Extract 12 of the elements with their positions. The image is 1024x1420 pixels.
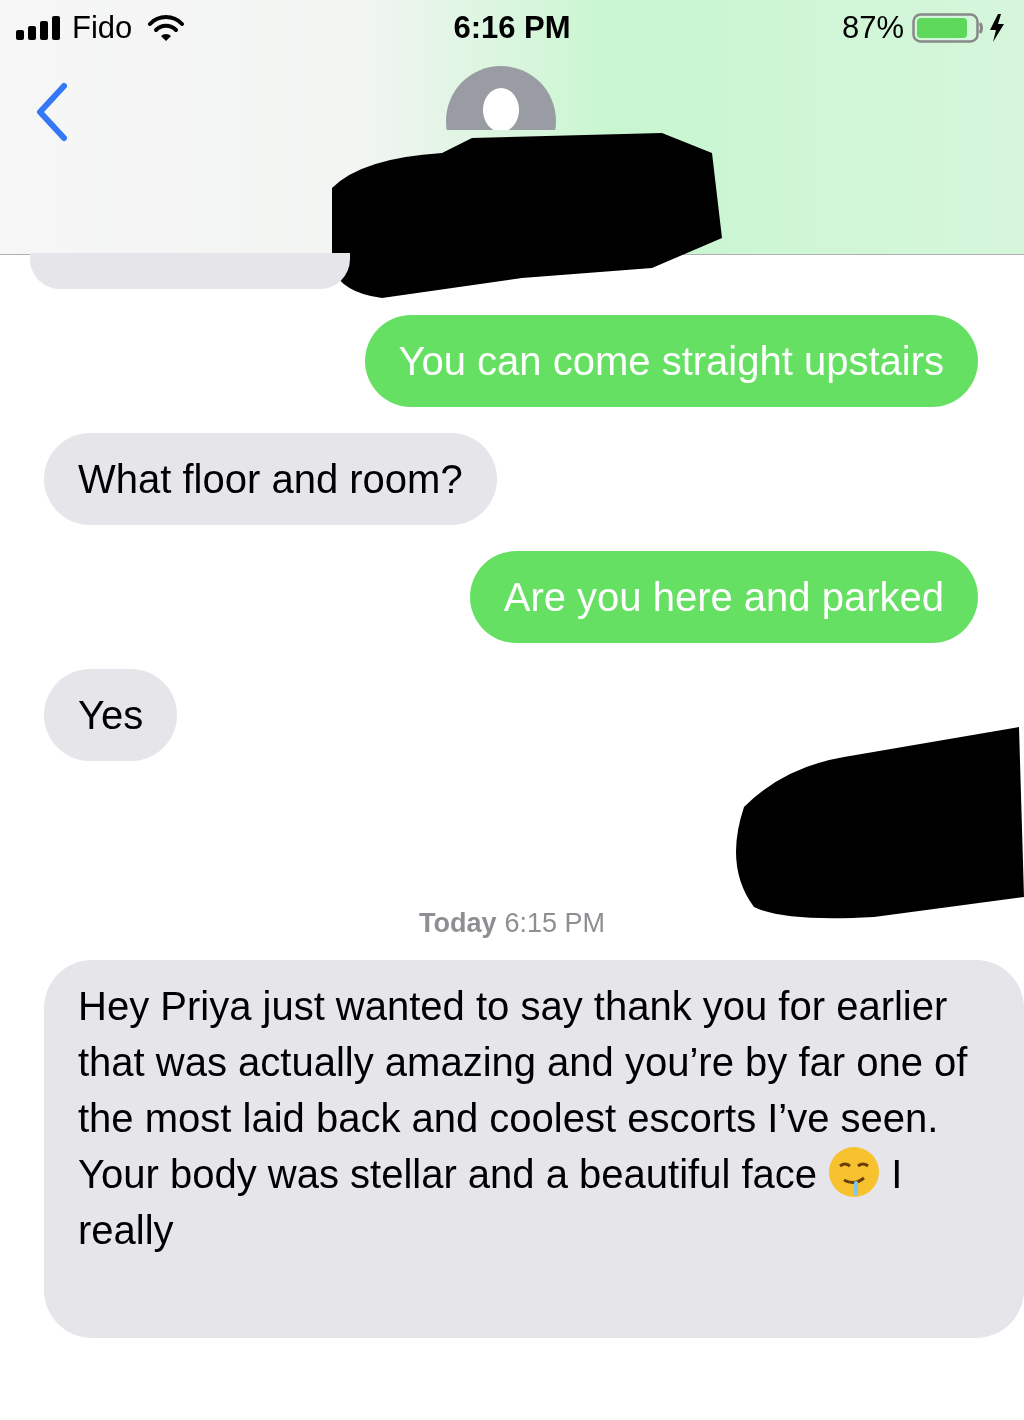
message-text: Hey Priya just wanted to say thank you for earlier that was actually amazing and you’re by far one of the most laid back and coolest escorts I’ve seen. Your body was stellar and a beautiful face I really (78, 982, 969, 1254)
message-text: Yes (78, 692, 144, 739)
battery-percentage: 87% (841, 8, 904, 47)
message-text: Are you here and parked (503, 574, 944, 621)
carrier-name: Fido (72, 8, 133, 47)
clock-time: 6:16 PM (453, 8, 571, 47)
message-text: You can come straight upstairs (398, 338, 944, 385)
wifi-icon (148, 14, 185, 42)
drooling-face-icon (828, 1145, 881, 1198)
time-label: 6:15 PM (504, 907, 606, 940)
message-text: What floor and room? (78, 456, 463, 503)
date-label: Today (418, 907, 497, 940)
